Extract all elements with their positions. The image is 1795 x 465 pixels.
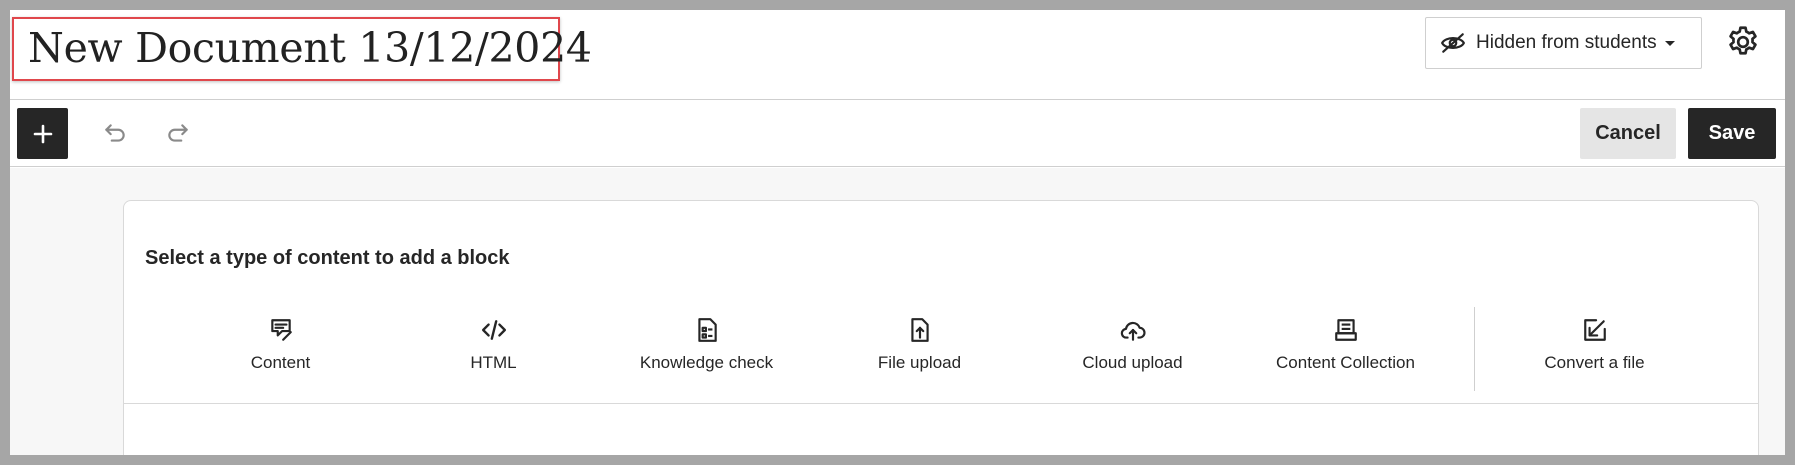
content-type-label: Content: [250, 353, 311, 372]
content-type-label: Cloud upload: [1082, 353, 1183, 372]
content-type-label: Knowledge check: [639, 353, 774, 372]
gear-icon[interactable]: [1725, 24, 1761, 60]
content-type-content[interactable]: Content: [174, 311, 387, 391]
content-type-label: HTML: [470, 353, 517, 372]
content-collection-icon: [1334, 319, 1357, 341]
add-block-panel: Select a type of content to add a block …: [123, 200, 1759, 455]
content-edit-icon: [270, 319, 292, 341]
panel-divider: [124, 403, 1758, 404]
redo-icon[interactable]: [165, 120, 191, 146]
content-type-file-upload[interactable]: File upload: [813, 311, 1026, 391]
document-canvas: Select a type of content to add a block …: [10, 168, 1785, 455]
title-highlight-box[interactable]: New Document 13/12/2024: [12, 17, 592, 81]
content-type-label: Convert a file: [1544, 353, 1645, 372]
content-type-label: File upload: [877, 353, 962, 372]
content-type-divider: [1474, 307, 1475, 391]
content-type-cloud-upload[interactable]: Cloud upload: [1026, 311, 1239, 391]
visibility-label: Hidden from students: [1476, 32, 1657, 53]
editor-toolbar: Cancel Save: [10, 100, 1785, 167]
undo-icon[interactable]: [102, 120, 128, 146]
content-type-convert-file[interactable]: Convert a file: [1488, 311, 1701, 391]
content-type-content-collection[interactable]: Content Collection: [1239, 311, 1452, 391]
visibility-dropdown[interactable]: Hidden from students: [1425, 17, 1702, 69]
save-button[interactable]: Save: [1688, 108, 1776, 159]
convert-file-icon: [1583, 319, 1606, 341]
eye-slash-icon: [1440, 33, 1466, 53]
chevron-down-icon: [1664, 40, 1675, 46]
cloud-upload-icon: [1120, 321, 1145, 341]
content-type-label: Content Collection: [1276, 353, 1415, 372]
content-type-html[interactable]: HTML: [387, 311, 600, 391]
document-title[interactable]: New Document 13/12/2024: [28, 24, 592, 72]
content-type-knowledge-check[interactable]: Knowledge check: [600, 311, 813, 391]
content-type-list: Content HTML Knowledge check File upload…: [124, 307, 1760, 401]
file-upload-icon: [910, 318, 929, 342]
knowledge-check-icon: [697, 318, 717, 342]
plus-icon: [33, 124, 52, 143]
code-icon: [481, 320, 506, 340]
document-header: New Document 13/12/2024 Hidden from stud…: [10, 10, 1785, 100]
cancel-button[interactable]: Cancel: [1580, 108, 1676, 159]
add-block-button[interactable]: [17, 108, 68, 159]
editor-window: New Document 13/12/2024 Hidden from stud…: [10, 10, 1785, 455]
add-block-prompt: Select a type of content to add a block: [145, 247, 510, 269]
